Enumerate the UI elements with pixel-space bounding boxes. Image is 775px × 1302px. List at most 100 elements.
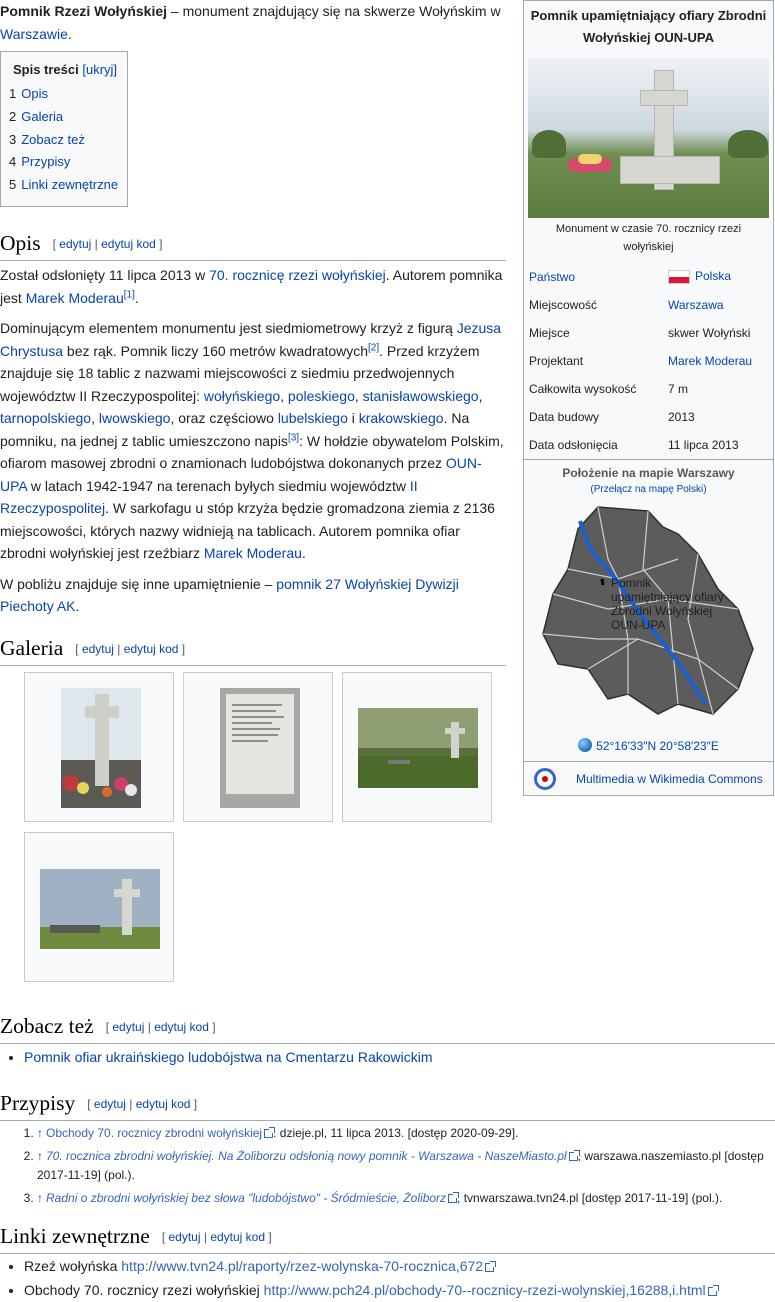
infobox-row-miejscowosc: Miejscowość Warszawa [529, 297, 724, 312]
gallery-image-park [358, 708, 478, 788]
coordinates[interactable]: 52°16′33″N 20°58′23″E [524, 738, 773, 753]
ref-backlink[interactable]: ↑ [37, 1191, 43, 1205]
link-warszawa[interactable]: Warszawie [0, 26, 68, 42]
reference-item: ↑Radni o zbrodni wołyńskiej bez słowa "l… [37, 1189, 772, 1208]
infobox-row-wysokosc: Całkowita wysokość 7 m [529, 381, 689, 396]
edit-code-button[interactable]: edytuj kod [124, 642, 179, 656]
see-also-list: Pomnik ofiar ukraińskiego ludobójstwa na… [8, 1045, 433, 1069]
value-warszawa[interactable]: Warszawa [668, 298, 724, 312]
edit-links: [ edytuj | edytuj kod ] [52, 237, 163, 251]
heading-przypisy: Przypisy[ edytuj | edytuj kod ] [0, 1089, 775, 1121]
edit-button[interactable]: edytuj [94, 1097, 126, 1111]
value-polska[interactable]: Polska [695, 269, 731, 283]
ref-3[interactable]: [3] [288, 432, 299, 443]
edit-button[interactable]: edytuj [82, 642, 114, 656]
reference-item: ↑70. rocznica zbrodni wołyńskiej. Na Żol… [37, 1147, 772, 1185]
wikimedia-commons-icon [534, 768, 556, 790]
gallery-image-monument-wide [40, 869, 160, 949]
opis-paragraph-2: Dominującym elementem monumentu jest sie… [0, 320, 504, 561]
link-marek-moderau[interactable]: Marek Moderau [26, 290, 124, 306]
external-link-icon [264, 1127, 276, 1139]
link-70-rocznice[interactable]: 70. rocznicę rzezi wołyńskiej [209, 267, 386, 283]
external-link-icon [448, 1192, 460, 1204]
toc-item-galeria[interactable]: 2 Galeria [9, 106, 121, 129]
link-poleskiego[interactable]: poleskiego [288, 388, 355, 404]
external-link[interactable]: http://www.pch24.pl/obchody-70--rocznicy… [264, 1282, 706, 1298]
edit-links: [ edytuj | edytuj kod ] [75, 642, 186, 656]
list-item: Pomnik ofiar ukraińskiego ludobójstwa na… [24, 1045, 433, 1069]
heading-zobacz: Zobacz też[ edytuj | edytuj kod ] [0, 1012, 775, 1044]
ref-backlink[interactable]: ↑ [37, 1126, 43, 1140]
gallery-item-1[interactable] [24, 672, 174, 822]
toc-toggle[interactable]: [ukryj] [82, 62, 117, 77]
edit-button[interactable]: edytuj [169, 1230, 201, 1244]
toc-item-zobacz[interactable]: 3 Zobacz też [9, 129, 121, 152]
heading-opis: Opis[ edytuj | edytuj kod ] [0, 229, 506, 261]
toc-item-przypisy[interactable]: 4 Przypisy [9, 151, 121, 174]
gallery-image-plaque [220, 688, 300, 808]
edit-links: [ edytuj | edytuj kod ] [87, 1097, 198, 1111]
infobox-row-miejsce: Miejsce skwer Wołyński [529, 325, 751, 340]
link-lubelskiego[interactable]: lubelskiego [278, 410, 348, 426]
commons-link[interactable]: Multimedia w Wikimedia Commons [576, 772, 763, 786]
value-marek-moderau[interactable]: Marek Moderau [668, 354, 752, 368]
table-of-contents: Spis treści [ukryj] 1 Opis 2 Galeria 3 Zoba… [0, 51, 128, 207]
map-switch-link[interactable]: (Przełącz na mapę Polski) [590, 484, 706, 495]
poland-flag-icon [668, 269, 690, 284]
infobox-row-panstwo: Państwo Polska [524, 262, 773, 290]
link-lwowskiego[interactable]: lwowskiego [99, 410, 171, 426]
list-item: Obchody 70. rocznicy rzezi wołyńskiej ht… [24, 1278, 719, 1302]
edit-code-button[interactable]: edytuj kod [136, 1097, 191, 1111]
external-link[interactable]: http://www.tvn24.pl/raporty/rzez-wolynsk… [121, 1258, 483, 1274]
edit-code-button[interactable]: edytuj kod [101, 237, 156, 251]
link-stanislawowskiego[interactable]: stanisławowskiego [363, 388, 479, 404]
link-tarnopolskiego[interactable]: tarnopolskiego [0, 410, 91, 426]
ref-2[interactable]: [2] [368, 342, 379, 353]
ref-link[interactable]: Radni o zbrodni wołyńskiej bez słowa "lu… [46, 1191, 446, 1205]
ref-link[interactable]: 70. rocznica zbrodni wołyńskiej. Na Żoli… [46, 1149, 567, 1163]
edit-links: [ edytuj | edytuj kod ] [105, 1020, 216, 1034]
heading-linki: Linki zewnętrzne[ edytuj | edytuj kod ] [0, 1222, 775, 1254]
toc-item-linki[interactable]: 5 Linki zewnętrzne [9, 174, 121, 197]
list-item: Rzeź wołyńska http://www.tvn24.pl/raport… [24, 1254, 717, 1278]
link-krakowskiego[interactable]: krakowskiego [359, 410, 444, 426]
key-panstwo[interactable]: Państwo [529, 270, 575, 284]
ref-1[interactable]: [1] [124, 289, 135, 300]
infobox-row-projektant: Projektant Marek Moderau [529, 353, 753, 368]
link-wolynskiego[interactable]: wołyńskiego [204, 388, 280, 404]
map-title: Położenie na mapie Warszawy [562, 466, 735, 480]
external-link-icon [485, 1260, 497, 1272]
external-link-icon [568, 1150, 580, 1162]
edit-button[interactable]: edytuj [59, 237, 91, 251]
infobox-map-section: Położenie na mapie Warszawy (Przełącz na… [524, 459, 773, 753]
edit-code-button[interactable]: edytuj kod [154, 1020, 209, 1034]
toc-title: Spis treści [12, 62, 79, 77]
references-list: ↑Obchody 70. rocznicy zbrodni wołyńskiej… [37, 1124, 772, 1212]
toc-item-opis[interactable]: 1 Opis [9, 83, 121, 106]
gallery-item-3[interactable] [342, 672, 492, 822]
infobox-title: Pomnik upamiętniający ofiary Zbrodni Woł… [530, 8, 767, 45]
ref-link[interactable]: Obchody 70. rocznicy zbrodni wołyńskiej [46, 1126, 262, 1140]
gallery-item-2[interactable] [183, 672, 333, 822]
gallery-item-4[interactable] [24, 832, 174, 982]
infobox: Pomnik upamiętniający ofiary Zbrodni Woł… [523, 0, 774, 796]
ref-backlink[interactable]: ↑ [37, 1149, 43, 1163]
infobox-caption: Monument w czasie 70. rocznicy rzezi woł… [555, 223, 742, 253]
link-marek-moderau-2[interactable]: Marek Moderau [204, 545, 302, 561]
external-links-list: Rzeź wołyńska http://www.tvn24.pl/raport… [8, 1254, 719, 1302]
edit-links: [ edytuj | edytuj kod ] [161, 1230, 272, 1244]
link-pomnik-rakowicki[interactable]: Pomnik ofiar ukraińskiego ludobójstwa na… [24, 1049, 433, 1065]
commons-row[interactable]: Multimedia w Wikimedia Commons [524, 761, 773, 796]
opis-text: Został odsłonięty 11 lipca 2013 w 70. ro… [0, 264, 506, 626]
external-link-icon [707, 1284, 719, 1296]
intro-paragraph: Pomnik Rzezi Wołyńskiej – monument znajd… [0, 3, 501, 42]
location-map[interactable]: Pomnik upamiętniający ofiary Zbrodni Woł… [528, 499, 769, 734]
map-label: Pomnik upamiętniający ofiary Zbrodni Woł… [611, 576, 724, 632]
infobox-row-data-odsloniecia: Data odsłonięcia 11 lipca 2013 [529, 437, 739, 452]
infobox-image[interactable] [528, 58, 769, 218]
article-title-bold: Pomnik Rzezi Wołyńskiej [0, 3, 168, 19]
gallery-image-cross-flowers [61, 688, 141, 808]
edit-code-button[interactable]: edytuj kod [210, 1230, 265, 1244]
reference-item: ↑Obchody 70. rocznicy zbrodni wołyńskiej… [37, 1124, 772, 1143]
edit-button[interactable]: edytuj [112, 1020, 144, 1034]
